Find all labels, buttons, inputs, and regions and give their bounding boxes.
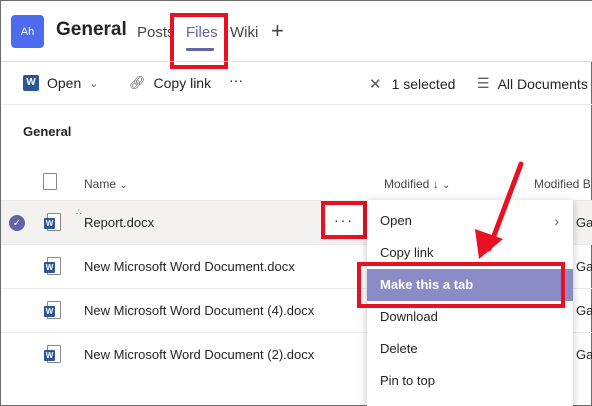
- folder-title: General: [23, 124, 72, 139]
- copy-link-button[interactable]: 🔗︎ Copy link: [129, 75, 211, 91]
- tab-posts[interactable]: Posts: [137, 24, 175, 41]
- menu-item-open-label: Open: [380, 213, 412, 228]
- chevron-down-icon: ⌄: [89, 77, 99, 90]
- toolbar-more-button[interactable]: ···: [229, 72, 243, 88]
- modified-by-cell: Ga: [576, 347, 592, 362]
- view-label: All Documents: [497, 75, 588, 92]
- close-icon: ✕: [369, 76, 382, 93]
- team-avatar[interactable]: Ah: [11, 15, 44, 48]
- menu-item-open[interactable]: Open ›: [367, 205, 573, 237]
- column-modified-label: Modified: [384, 177, 430, 191]
- file-name[interactable]: New Microsoft Word Document.docx: [84, 259, 295, 274]
- sort-down-arrow-icon: ↓: [432, 177, 439, 191]
- add-tab-icon[interactable]: +: [271, 18, 284, 44]
- link-icon: 🔗︎: [129, 75, 146, 90]
- chevron-down-icon: ⌄: [442, 180, 451, 191]
- make-tab-highlight-box: [357, 262, 565, 308]
- word-document-icon: W: [44, 257, 61, 277]
- menu-item-pin-to-top[interactable]: Pin to top: [367, 365, 573, 397]
- file-name[interactable]: New Microsoft Word Document (2).docx: [84, 347, 314, 362]
- open-button[interactable]: W Open ⌄: [23, 75, 98, 91]
- toolbar-divider: [1, 104, 592, 105]
- tab-wiki[interactable]: Wiki: [230, 24, 258, 41]
- column-header-modified[interactable]: Modified ↓ ⌄: [384, 177, 450, 191]
- command-toolbar: W Open ⌄ 🔗︎ Copy link ··· ✕ 1 selected ☰…: [1, 62, 592, 104]
- word-document-icon: W: [44, 301, 61, 321]
- column-header-name[interactable]: Name ⌄: [84, 177, 128, 191]
- open-label: Open: [47, 75, 82, 91]
- modified-by-cell: Ga: [576, 259, 592, 274]
- chevron-down-icon: ⌄: [119, 180, 128, 191]
- new-file-sparkle-icon: ∴: [76, 207, 82, 217]
- file-name[interactable]: Report.docx: [84, 215, 154, 230]
- team-title: General: [56, 19, 127, 40]
- file-type-column-icon: [43, 173, 57, 190]
- word-document-icon: W: [44, 213, 61, 233]
- column-name-label: Name: [84, 177, 117, 191]
- file-name[interactable]: New Microsoft Word Document (4).docx: [84, 303, 314, 318]
- word-icon: W: [23, 75, 39, 91]
- clear-selection-button[interactable]: ✕ 1 selected: [369, 75, 455, 93]
- view-selector[interactable]: ☰ All Documents: [477, 75, 588, 92]
- menu-item-delete[interactable]: Delete: [367, 333, 573, 365]
- row-more-options-button[interactable]: ···: [321, 201, 367, 239]
- copy-link-label: Copy link: [153, 75, 212, 91]
- chevron-right-icon: ›: [554, 213, 559, 229]
- team-header: Ah General Posts Files Wiki +: [1, 1, 592, 61]
- modified-by-cell: Ga: [576, 215, 592, 230]
- modified-by-cell: Ga: [576, 303, 592, 318]
- selected-count: 1 selected: [391, 76, 456, 92]
- list-view-icon: ☰: [477, 75, 490, 91]
- column-header-modified-by[interactable]: Modified B: [534, 177, 591, 191]
- word-document-icon: W: [44, 345, 61, 365]
- checkmark-icon[interactable]: ✓: [9, 215, 25, 231]
